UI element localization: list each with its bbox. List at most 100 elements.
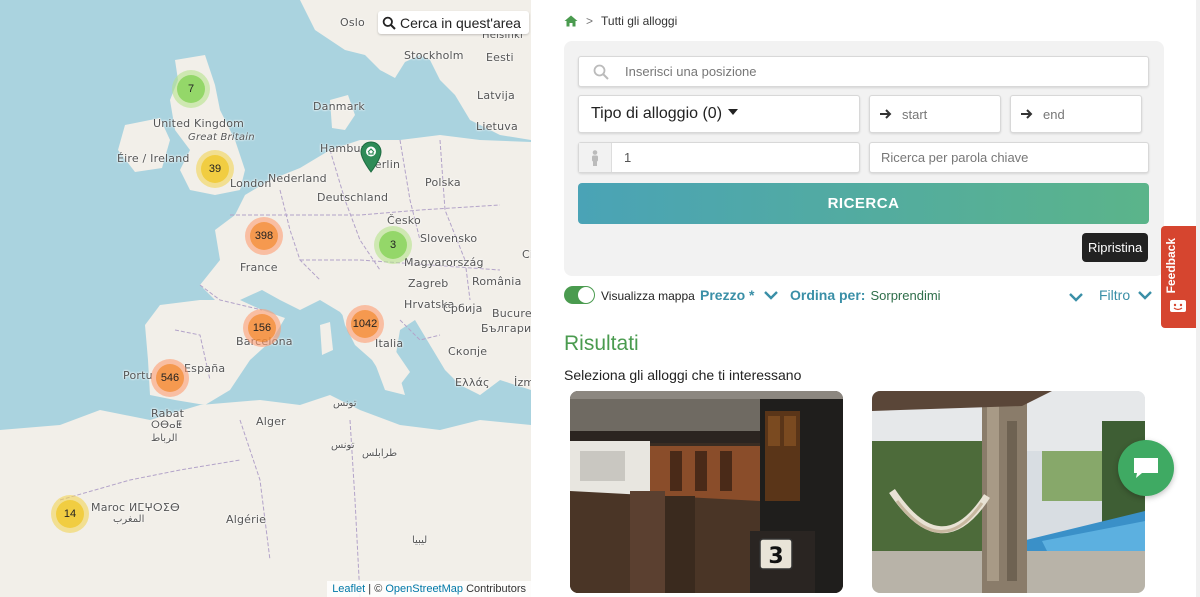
map-panel[interactable]: Oslo Helsinki Stockholm Eesti Latvija Li… bbox=[0, 0, 531, 597]
breadcrumb-current[interactable]: Tutti gli alloggi bbox=[601, 14, 677, 28]
guests-value: 1 bbox=[624, 150, 632, 165]
map-label-skopje: Скопје bbox=[448, 345, 488, 358]
chat-button[interactable] bbox=[1118, 440, 1174, 496]
end-date-input[interactable]: end bbox=[1010, 95, 1142, 133]
map-label-maroc: Maroc ⵍⵎⵖⵔⵉⴱ bbox=[91, 501, 180, 514]
map-label-trablus: طرابلس bbox=[362, 448, 398, 459]
chevron-down-icon[interactable] bbox=[1069, 292, 1083, 302]
map-cluster-1042[interactable]: 1042 bbox=[346, 305, 384, 343]
location-input[interactable]: Inserisci una posizione bbox=[578, 56, 1149, 87]
cluster-count: 14 bbox=[56, 500, 84, 528]
search-icon bbox=[382, 16, 396, 30]
filter-toggle[interactable]: Filtro bbox=[1099, 287, 1152, 303]
reset-tooltip[interactable]: Ripristina bbox=[1082, 233, 1149, 262]
cluster-count: 3 bbox=[379, 231, 407, 259]
feedback-label: Feedback bbox=[1164, 238, 1178, 294]
search-icon bbox=[593, 64, 609, 80]
map-label-maghrib: المغرب bbox=[113, 514, 145, 525]
sort-value: Sorprendimi bbox=[870, 287, 941, 303]
svg-text:3: 3 bbox=[768, 544, 783, 569]
map-label-srbija: Србија bbox=[443, 302, 483, 315]
keyword-placeholder: Ricerca per parola chiave bbox=[881, 150, 1029, 165]
arrow-right-icon bbox=[880, 109, 892, 119]
start-date-input[interactable]: start bbox=[869, 95, 1001, 133]
map-label-romania: România bbox=[472, 275, 522, 288]
map-label-great-britain: Great Britain bbox=[188, 132, 255, 143]
map-label-espana: España bbox=[184, 362, 226, 375]
show-map-label: Visualizza mappa bbox=[601, 289, 695, 303]
cluster-count: 39 bbox=[201, 155, 229, 183]
map-label-slovensko: Slovensko bbox=[420, 232, 478, 245]
map-attribution: Leaflet | © OpenStreetMap Contributors bbox=[327, 581, 531, 597]
guests-input[interactable]: 1 bbox=[578, 142, 860, 173]
map-label-izmir: İzm bbox=[514, 376, 531, 389]
map-label-rabat: Rabat bbox=[151, 407, 185, 420]
feedback-tab[interactable]: Feedback bbox=[1161, 226, 1196, 328]
location-placeholder: Inserisci una posizione bbox=[625, 64, 757, 79]
map-cluster-3[interactable]: 3 bbox=[374, 226, 412, 264]
breadcrumb: > Tutti gli alloggi bbox=[564, 14, 677, 28]
results-title: Risultati bbox=[564, 332, 639, 355]
map-label-libya: ليبيا bbox=[412, 535, 428, 546]
accommodation-card-2[interactable] bbox=[872, 391, 1145, 593]
breadcrumb-separator: > bbox=[586, 14, 594, 28]
accommodation-type-dropdown[interactable]: Tipo di alloggio (0) bbox=[578, 95, 860, 133]
map-label-magyarorszag: Magyarország bbox=[404, 256, 484, 269]
filters-bar: Visualizza mappa Prezzo * Ordina per: So… bbox=[564, 286, 1174, 308]
feedback-icon bbox=[1170, 300, 1186, 312]
sort-label: Ordina per: bbox=[790, 287, 866, 303]
price-label: Prezzo * bbox=[700, 287, 755, 303]
price-filter[interactable]: Prezzo * bbox=[700, 287, 779, 303]
map-label-ci: Ci bbox=[522, 248, 531, 261]
map-label-deutschland: Deutschland bbox=[317, 191, 389, 204]
map-label-london: London bbox=[230, 177, 272, 190]
map-label-alger: Alger bbox=[256, 415, 286, 428]
map-label-algerie: Algérie bbox=[226, 513, 267, 526]
results-subtitle: Seleziona gli alloggi che ti interessano bbox=[564, 367, 802, 383]
chat-icon bbox=[1134, 458, 1158, 478]
map-label-nederland: Nederland bbox=[268, 172, 327, 185]
map-label-united-kingdom: United Kingdom bbox=[153, 117, 245, 130]
accommodation-photo bbox=[872, 391, 1145, 593]
cluster-count: 546 bbox=[156, 364, 184, 392]
page-scrollbar[interactable] bbox=[1196, 0, 1200, 597]
sort-control[interactable]: Ordina per: Sorprendimi bbox=[790, 287, 941, 303]
map-label-rabat-tifinagh: ⵔⴱⴰⵟ bbox=[151, 420, 183, 431]
map-label-zagreb: Zagreb bbox=[408, 277, 449, 290]
openstreetmap-link[interactable]: OpenStreetMap bbox=[385, 583, 463, 595]
home-icon[interactable] bbox=[564, 15, 578, 27]
map-label-eesti: Eesti bbox=[486, 51, 514, 64]
app-root: Oslo Helsinki Stockholm Eesti Latvija Li… bbox=[0, 0, 1200, 597]
chevron-down-icon bbox=[764, 291, 779, 300]
keyword-input[interactable]: Ricerca per parola chiave bbox=[869, 142, 1149, 173]
map-cluster-7[interactable]: 7 bbox=[172, 70, 210, 108]
search-button[interactable]: RICERCA bbox=[578, 183, 1149, 224]
map-pin-icon[interactable] bbox=[360, 141, 382, 173]
map-label-ellas: Ελλάς bbox=[455, 376, 490, 389]
map-cluster-39[interactable]: 39 bbox=[196, 150, 234, 188]
map-label-stockholm: Stockholm bbox=[404, 49, 464, 62]
map-label-rabat-ar: الرباط bbox=[151, 433, 178, 444]
show-map-toggle[interactable] bbox=[564, 286, 595, 304]
leaflet-link[interactable]: Leaflet bbox=[332, 583, 365, 595]
end-date-placeholder: end bbox=[1043, 106, 1065, 122]
cluster-count: 156 bbox=[248, 314, 276, 342]
map-cluster-398[interactable]: 398 bbox=[245, 217, 283, 255]
map-cluster-156[interactable]: 156 bbox=[243, 309, 281, 347]
map-label-tunis-ar: تونس bbox=[333, 398, 357, 409]
map-cluster-546[interactable]: 546 bbox=[151, 359, 189, 397]
cluster-count: 7 bbox=[177, 75, 205, 103]
map-label-portugal: Portu bbox=[123, 369, 153, 382]
map-label-france: France bbox=[240, 261, 278, 274]
attribution-separator: | © bbox=[365, 583, 386, 595]
arrow-right-icon bbox=[1021, 109, 1033, 119]
map-label-bulgaria: България bbox=[481, 322, 531, 335]
search-this-area-label: Cerca in quest'area bbox=[400, 14, 521, 31]
map-cluster-14[interactable]: 14 bbox=[51, 495, 89, 533]
cluster-count: 1042 bbox=[351, 310, 379, 338]
content-panel: > Tutti gli alloggi Inserisci una posizi… bbox=[531, 0, 1200, 597]
accommodation-card-1[interactable]: 3 bbox=[570, 391, 843, 593]
search-this-area-button[interactable]: Cerca in quest'area bbox=[378, 11, 529, 34]
search-form: Inserisci una posizione Tipo di alloggio… bbox=[564, 41, 1164, 276]
map-label-lietuva: Lietuva bbox=[476, 120, 518, 133]
